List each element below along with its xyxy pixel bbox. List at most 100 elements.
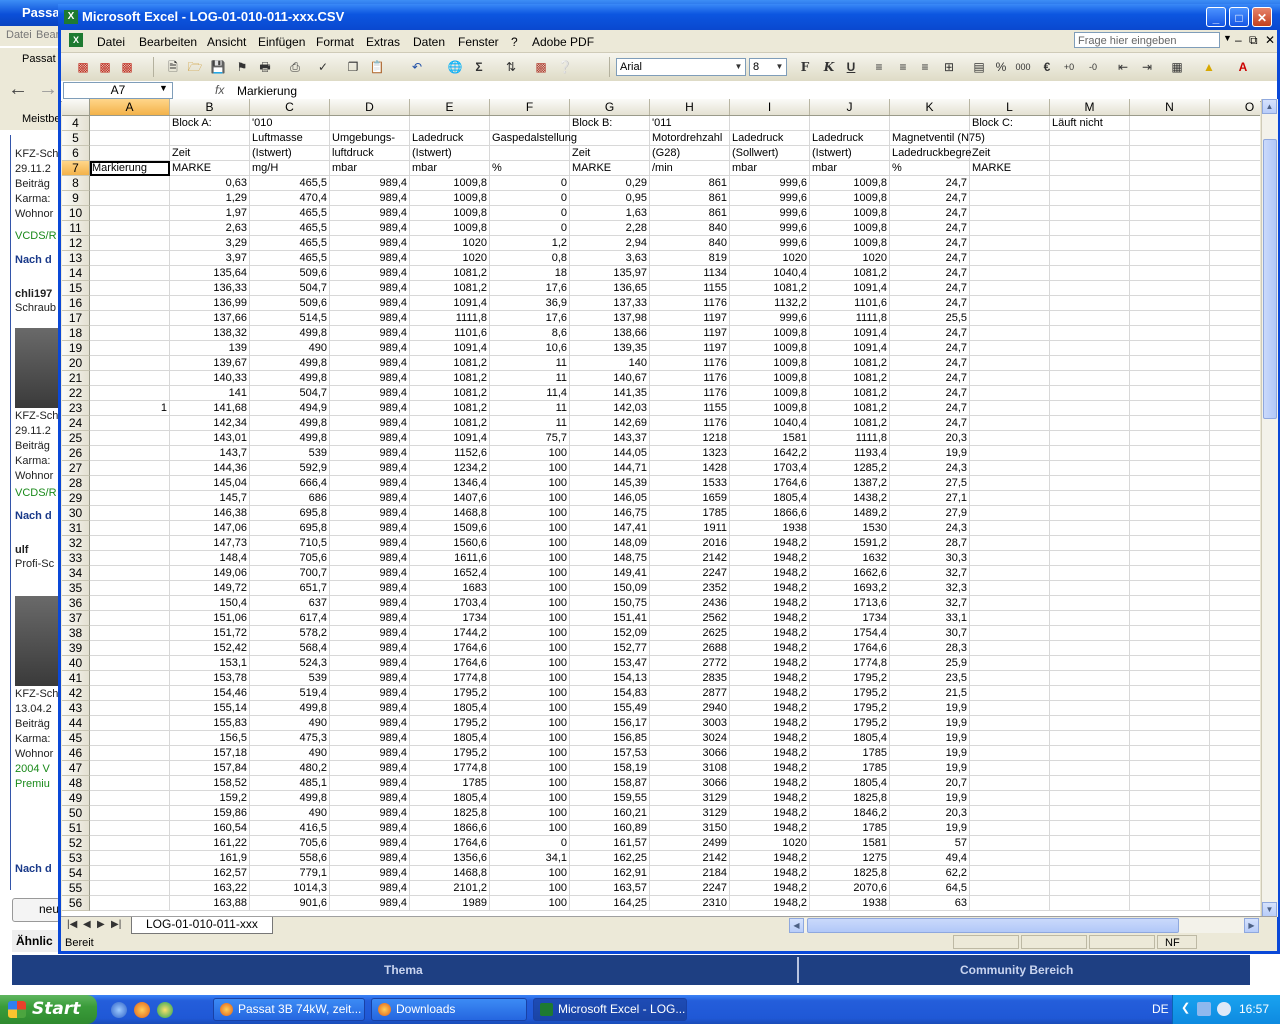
cell-e35[interactable]: 1683 — [410, 581, 490, 596]
cell-b35[interactable]: 149,72 — [170, 581, 250, 596]
cell-a45[interactable] — [90, 731, 170, 746]
cell-b56[interactable]: 163,88 — [170, 896, 250, 911]
row-header[interactable]: 42 — [62, 686, 90, 701]
cell-d8[interactable]: 989,4 — [330, 176, 410, 191]
cell-o28[interactable] — [1210, 476, 1260, 491]
cell-c48[interactable]: 485,1 — [250, 776, 330, 791]
cell-g40[interactable]: 153,47 — [570, 656, 650, 671]
cell-h9[interactable]: 861 — [650, 191, 730, 206]
cell-j53[interactable]: 1275 — [810, 851, 890, 866]
cell-g6[interactable]: Zeit — [570, 146, 650, 161]
cell-n25[interactable] — [1130, 431, 1210, 446]
row-header[interactable]: 7 — [62, 161, 90, 176]
row-header[interactable]: 6 — [62, 146, 90, 161]
cell-o4[interactable] — [1210, 116, 1260, 131]
cell-i44[interactable]: 1948,2 — [730, 716, 810, 731]
cell-d30[interactable]: 989,4 — [330, 506, 410, 521]
cell-d37[interactable]: 989,4 — [330, 611, 410, 626]
column-header-m[interactable]: M — [1050, 99, 1130, 115]
cell-i45[interactable]: 1948,2 — [730, 731, 810, 746]
row-header[interactable]: 45 — [62, 731, 90, 746]
cell-n52[interactable] — [1130, 836, 1210, 851]
cell-h15[interactable]: 1155 — [650, 281, 730, 296]
cell-j13[interactable]: 1020 — [810, 251, 890, 266]
cell-c56[interactable]: 901,6 — [250, 896, 330, 911]
cell-k14[interactable]: 24,7 — [890, 266, 970, 281]
cell-d24[interactable]: 989,4 — [330, 416, 410, 431]
cell-i19[interactable]: 1009,8 — [730, 341, 810, 356]
cell-h45[interactable]: 3024 — [650, 731, 730, 746]
cell-a4[interactable] — [90, 116, 170, 131]
thousands-icon[interactable]: 000 — [1015, 59, 1031, 75]
cell-k42[interactable]: 21,5 — [890, 686, 970, 701]
menu-format[interactable]: Format — [316, 35, 354, 49]
cell-c10[interactable]: 465,5 — [250, 206, 330, 221]
cell-d40[interactable]: 989,4 — [330, 656, 410, 671]
cell-l50[interactable] — [970, 806, 1050, 821]
cell-j28[interactable]: 1387,2 — [810, 476, 890, 491]
cell-k39[interactable]: 28,3 — [890, 641, 970, 656]
row-header[interactable]: 32 — [62, 536, 90, 551]
cell-m14[interactable] — [1050, 266, 1130, 281]
cell-b7[interactable]: MARKE — [170, 161, 250, 176]
cell-o49[interactable] — [1210, 791, 1260, 806]
cell-o43[interactable] — [1210, 701, 1260, 716]
help-icon[interactable]: ❔ — [557, 59, 573, 75]
cell-c32[interactable]: 710,5 — [250, 536, 330, 551]
cell-c54[interactable]: 779,1 — [250, 866, 330, 881]
cell-h38[interactable]: 2625 — [650, 626, 730, 641]
cell-d53[interactable]: 989,4 — [330, 851, 410, 866]
cell-n15[interactable] — [1130, 281, 1210, 296]
cell-l40[interactable] — [970, 656, 1050, 671]
row-header[interactable]: 38 — [62, 626, 90, 641]
cell-c53[interactable]: 558,6 — [250, 851, 330, 866]
cell-o48[interactable] — [1210, 776, 1260, 791]
avatar[interactable] — [15, 328, 59, 408]
cell-l20[interactable] — [970, 356, 1050, 371]
column-header-a[interactable]: A — [90, 99, 170, 115]
cell-l45[interactable] — [970, 731, 1050, 746]
cell-b41[interactable]: 153,78 — [170, 671, 250, 686]
row-header[interactable]: 15 — [62, 281, 90, 296]
row-header[interactable]: 19 — [62, 341, 90, 356]
cell-k44[interactable]: 19,9 — [890, 716, 970, 731]
cell-i43[interactable]: 1948,2 — [730, 701, 810, 716]
cell-m49[interactable] — [1050, 791, 1130, 806]
cell-b9[interactable]: 1,29 — [170, 191, 250, 206]
cell-i34[interactable]: 1948,2 — [730, 566, 810, 581]
function-icon[interactable]: fx — [215, 83, 224, 97]
cell-h39[interactable]: 2688 — [650, 641, 730, 656]
cell-f26[interactable]: 100 — [490, 446, 570, 461]
cell-m11[interactable] — [1050, 221, 1130, 236]
cell-f27[interactable]: 100 — [490, 461, 570, 476]
cell-l16[interactable] — [970, 296, 1050, 311]
cell-b37[interactable]: 151,06 — [170, 611, 250, 626]
cell-e37[interactable]: 1734 — [410, 611, 490, 626]
cell-f55[interactable]: 100 — [490, 881, 570, 896]
row-header[interactable]: 36 — [62, 596, 90, 611]
cell-c30[interactable]: 695,8 — [250, 506, 330, 521]
cell-c27[interactable]: 592,9 — [250, 461, 330, 476]
cell-a16[interactable] — [90, 296, 170, 311]
cell-m20[interactable] — [1050, 356, 1130, 371]
cell-h44[interactable]: 3003 — [650, 716, 730, 731]
cell-a10[interactable] — [90, 206, 170, 221]
cell-c44[interactable]: 490 — [250, 716, 330, 731]
cell-j24[interactable]: 1081,2 — [810, 416, 890, 431]
cell-l7[interactable]: MARKE — [970, 161, 1050, 176]
cell-l55[interactable] — [970, 881, 1050, 896]
cell-g21[interactable]: 140,67 — [570, 371, 650, 386]
cell-a6[interactable] — [90, 146, 170, 161]
cell-b15[interactable]: 136,33 — [170, 281, 250, 296]
column-header-o[interactable]: O — [1210, 99, 1260, 115]
cell-g12[interactable]: 2,94 — [570, 236, 650, 251]
vertical-scroll-thumb[interactable] — [1263, 139, 1277, 419]
cell-f5[interactable]: Gaspedalstellung — [490, 131, 577, 146]
cell-n4[interactable] — [1130, 116, 1210, 131]
cell-a37[interactable] — [90, 611, 170, 626]
cell-k47[interactable]: 19,9 — [890, 761, 970, 776]
cell-a8[interactable] — [90, 176, 170, 191]
cell-b10[interactable]: 1,97 — [170, 206, 250, 221]
cell-k28[interactable]: 27,5 — [890, 476, 970, 491]
cell-h37[interactable]: 2562 — [650, 611, 730, 626]
